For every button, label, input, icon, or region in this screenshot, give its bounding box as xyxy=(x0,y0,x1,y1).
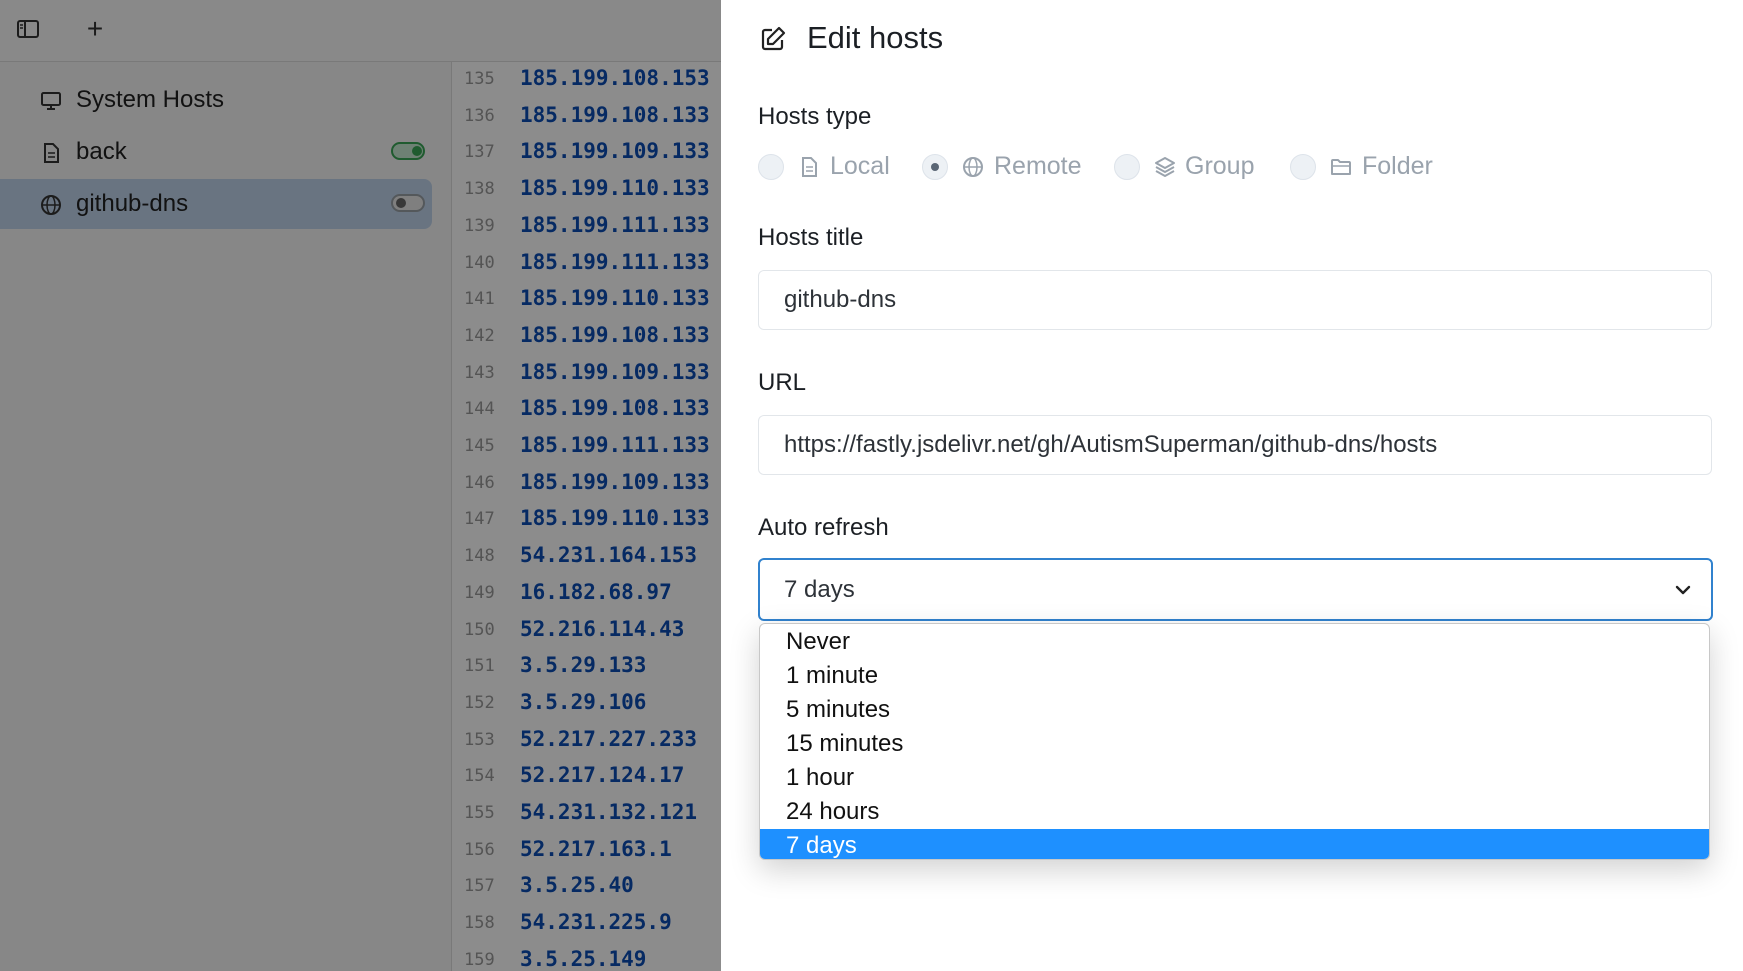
dropdown-option[interactable]: 15 minutes xyxy=(760,727,1709,761)
drawer-title: Edit hosts xyxy=(807,20,944,55)
radio-button[interactable] xyxy=(1114,154,1140,180)
edit-icon xyxy=(761,26,786,51)
dropdown-option[interactable]: 1 hour xyxy=(760,761,1709,795)
url-input[interactable] xyxy=(758,415,1712,475)
folder-icon xyxy=(1331,159,1351,175)
dropdown-option[interactable]: Never xyxy=(760,625,1709,659)
hosts-title-input[interactable] xyxy=(758,270,1712,330)
radio-label: Group xyxy=(1185,152,1255,180)
dropdown-option[interactable]: 5 minutes xyxy=(760,693,1709,727)
radio-label: Local xyxy=(830,152,890,180)
globe-icon xyxy=(963,157,983,177)
chevron-down-icon xyxy=(1675,585,1691,595)
dropdown-option[interactable]: 24 hours xyxy=(760,795,1709,829)
auto-refresh-dropdown: Never 1 minute 5 minutes 15 minutes 1 hour 24… xyxy=(759,623,1710,860)
file-icon xyxy=(802,157,817,177)
auto-refresh-label: Auto refresh xyxy=(758,514,889,541)
radio-label: Remote xyxy=(994,152,1082,180)
layers-icon xyxy=(1155,157,1175,177)
radio-button[interactable] xyxy=(758,154,784,180)
hosts-type-label: Hosts type xyxy=(758,103,872,130)
hosts-title-label: Hosts title xyxy=(758,224,864,251)
dropdown-option[interactable]: 7 days xyxy=(760,829,1709,859)
dropdown-option[interactable]: 1 minute xyxy=(760,659,1709,693)
auto-refresh-value: 7 days xyxy=(784,576,855,603)
auto-refresh-select[interactable]: 7 days xyxy=(758,558,1713,621)
radio-button[interactable] xyxy=(922,154,948,180)
radio-button[interactable] xyxy=(1290,154,1316,180)
radio-label: Folder xyxy=(1362,152,1433,180)
url-label: URL xyxy=(758,369,807,396)
